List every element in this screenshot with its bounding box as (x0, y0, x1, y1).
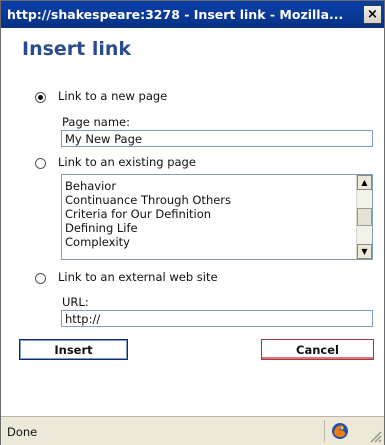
scroll-thumb[interactable] (357, 208, 372, 226)
label-external-site: Link to an external web site (58, 270, 218, 284)
triangle-down-icon: ▼ (361, 247, 368, 256)
list-item[interactable]: Behavior (62, 179, 356, 193)
status-separator (324, 420, 325, 442)
label-page-name: Page name: (62, 115, 130, 129)
window-title: http://shakespeare:3278 - Insert link - … (7, 7, 344, 22)
insert-button[interactable]: Insert (19, 339, 128, 360)
existing-pages-list[interactable]: Behavior Continuance Through Others Criter… (61, 174, 373, 260)
close-icon: × (367, 7, 378, 22)
dialog-heading: Insert link (22, 38, 132, 60)
insert-link-window: http://shakespeare:3278 - Insert link - … (0, 0, 385, 445)
title-bar[interactable]: http://shakespeare:3278 - Insert link - … (1, 1, 384, 28)
list-item[interactable]: Criteria for Our Definition (62, 207, 356, 221)
label-new-page: Link to a new page (58, 89, 168, 103)
list-item[interactable]: Defining Life (62, 221, 356, 235)
close-button[interactable]: × (363, 5, 382, 24)
list-item[interactable]: Complexity (62, 235, 356, 249)
scroll-down-button[interactable]: ▼ (357, 244, 372, 259)
label-url: URL: (62, 295, 89, 309)
resize-grip-icon[interactable] (368, 429, 382, 443)
radio-existing-page[interactable] (35, 158, 46, 169)
status-text: Done (7, 425, 38, 439)
triangle-up-icon: ▲ (361, 178, 368, 187)
existing-pages-items: Behavior Continuance Through Others Criter… (62, 175, 356, 259)
list-item[interactable]: Continuance Through Others (62, 193, 356, 207)
cancel-button[interactable]: Cancel (261, 339, 374, 360)
radio-external-site[interactable] (35, 273, 46, 284)
list-scrollbar[interactable]: ▲ ▼ (356, 175, 372, 259)
url-input[interactable] (61, 310, 373, 327)
radio-new-page[interactable] (35, 92, 46, 103)
label-existing-page: Link to an existing page (58, 155, 196, 169)
status-bar: Done (1, 416, 384, 445)
firefox-icon (332, 423, 348, 439)
scroll-up-button[interactable]: ▲ (357, 175, 372, 190)
page-name-input[interactable] (61, 130, 373, 147)
